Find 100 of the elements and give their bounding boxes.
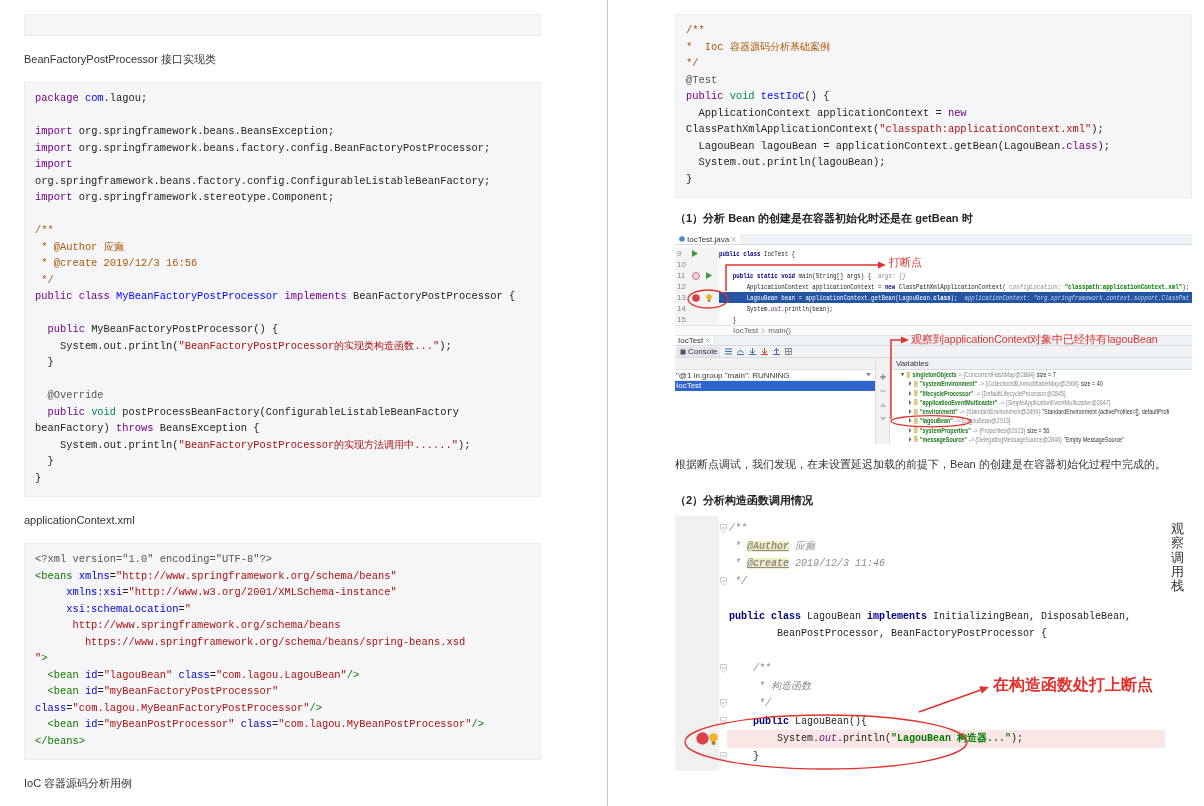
code-line: */ xyxy=(40,272,55,288)
line-number: 11 xyxy=(676,271,687,280)
field-icon xyxy=(913,427,918,434)
code-line: import org.springframework.beans.factory.config.BeanFactoryPostProcessor; xyxy=(35,140,492,156)
variable-name: "messageSource" xyxy=(919,434,967,444)
breadcrumb-item[interactable]: IocTest xyxy=(733,326,759,335)
code-line: xmlns:xsi="http://www.w3.org/2001/XMLSchema-instance" xyxy=(65,585,398,600)
code-line: @Test xyxy=(686,72,719,88)
code-line: } xyxy=(731,314,737,325)
field-icon xyxy=(913,380,918,387)
thread-dropdown[interactable]: "@1 in group "main": RUNNING xyxy=(675,370,875,381)
menu-icon xyxy=(725,348,733,355)
field-icon xyxy=(913,417,918,424)
code-line: <beans xmlns="http://www.springframework.org/schema/beans" xyxy=(35,568,398,584)
frame-item[interactable]: IocTest xyxy=(675,381,875,391)
close-icon xyxy=(731,236,737,242)
caret-icon xyxy=(866,373,871,377)
code-line: System.out.println(bean); xyxy=(745,303,834,314)
fold-icon xyxy=(719,716,727,726)
variable-value: = {ConcurrentHashMap@2884} xyxy=(958,370,1035,380)
breakpoint-icon xyxy=(692,293,700,302)
field-icon xyxy=(913,408,918,415)
variable-detail: size = 7 xyxy=(1036,370,1056,380)
code-line: public class MyBeanFactoryPostProcessor implements BeanFactoryPostProcessor { xyxy=(35,289,517,304)
variable-value: -> {DefaultLifecycleProcessor@2845} xyxy=(975,388,1066,398)
code-line: System.out.println("BeanFactoryPostProcessor的实现方法调用中......"); xyxy=(58,437,472,453)
code-line: public void testIoC() { xyxy=(686,89,831,104)
variable-value: -> {SimpleApplicationEventMulticaster@2847} xyxy=(999,397,1111,407)
fold-icon xyxy=(719,664,727,674)
breakpoint-icon xyxy=(696,732,709,746)
code-line: ApplicationContext applicationContext = new ClassPathXmlApplicationContext( configLocation: "classpath:applicationContext.xml"); xyxy=(745,281,1190,292)
variable-name: "systemProperties" xyxy=(919,425,971,435)
line-number: 9 xyxy=(676,249,683,258)
code-line: } xyxy=(46,355,55,370)
code-line: ClassPathXmlApplicationContext("classpath:applicationContext.xml"); xyxy=(686,122,1105,137)
code-line: */ xyxy=(758,697,771,711)
code-line: System.out.println("BeanFactoryPostProcessor的实现类构造函数..."); xyxy=(58,338,453,354)
code-line: * @Author 应癫 xyxy=(40,239,125,255)
file-tab[interactable]: IocTest.java xyxy=(675,234,741,244)
panel-title: Variables xyxy=(896,359,929,368)
annotation-label: 观察到applicationContext对象中已经持有lagouBean xyxy=(911,333,1158,346)
code-line: * @create 2019/12/3 16:56 xyxy=(40,256,199,271)
code-line: LagouBean lagouBean = applicationContext.getBean(LagouBean.class); xyxy=(697,138,1112,154)
code-line: <?xml version="1.0" encoding="UTF-8"?> xyxy=(35,552,273,567)
variable-detail: size = 40 xyxy=(1080,379,1103,389)
code-line: System.out.println(lagouBean); xyxy=(697,155,887,170)
line-number: 15 xyxy=(676,315,687,324)
variable-name: "systemEnvironment" xyxy=(919,379,978,389)
down-arrow-icon xyxy=(749,348,757,355)
code-line: class="com.lagou.MyBeanFactoryPostProcessor"/> xyxy=(35,700,323,716)
debug-tab[interactable]: IocTest xyxy=(675,336,714,345)
code-line: public static void main(String[] args) { args: {} xyxy=(731,270,906,281)
curved-arrow-icon xyxy=(737,348,745,355)
variable-value: -> {Properties@2915} xyxy=(972,425,1026,435)
code-line: <bean id="myBeanFactoryPostProcessor" xyxy=(46,684,280,699)
field-icon xyxy=(913,399,918,406)
code-line: import xyxy=(35,157,74,172)
variable-detail: "Empty MessageSource" xyxy=(1063,434,1125,444)
code-line: * @create 2019/12/3 11:46 xyxy=(734,557,886,571)
heading: （1）分析 Bean 的创建是在容器初始化时还是在 getBean 时 xyxy=(675,211,974,225)
code-line: } xyxy=(35,470,43,486)
fold-icon xyxy=(719,524,727,534)
code-line: public class IocTest { xyxy=(719,248,796,259)
breadcrumb-item[interactable]: main() xyxy=(768,326,791,335)
close-icon xyxy=(705,338,711,343)
code-line: BeanPostProcessor, BeanFactoryPostProcessor { xyxy=(776,627,1048,641)
code-line: import org.springframework.stereotype.Component; xyxy=(35,190,336,205)
variable-detail: size = 56 xyxy=(1027,425,1050,435)
console-icon xyxy=(680,348,686,355)
variable-name: "lifecycleProcessor" xyxy=(919,388,974,398)
fold-icon xyxy=(719,699,727,709)
annotation-arrow xyxy=(918,686,989,713)
code-line: @Override xyxy=(46,388,105,403)
line-number: 14 xyxy=(676,304,687,313)
code-line: https://www.springframework.org/schema/beans/spring-beans.xsd xyxy=(83,634,467,650)
field-icon xyxy=(913,436,918,443)
line-number: 12 xyxy=(676,282,687,291)
down-arrow-icon xyxy=(761,348,769,355)
field-icon xyxy=(906,371,911,378)
paragraph: 根据断点调试，我们发现，在未设置延迟加载的前提下，Bean 的创建是在容器初始化过程中完成的。 xyxy=(675,457,1167,471)
heading: （2）分析构造函数调用情况 xyxy=(675,493,815,507)
code-line: public class LagouBean implements InitializingBean, DisposableBean, xyxy=(728,609,1132,624)
java-file-icon xyxy=(679,236,685,242)
paragraph: BeanFactoryPostProcessor 接口实现类 xyxy=(24,52,217,66)
breakpoint-icon xyxy=(692,271,700,280)
code-line: */ xyxy=(734,574,747,589)
run-icon xyxy=(692,250,698,257)
up-arrow-icon xyxy=(879,402,886,408)
variable-name: "lagouBean" xyxy=(919,416,953,426)
console-tab[interactable]: Console xyxy=(677,346,721,357)
plus-icon xyxy=(879,374,886,380)
variable-value: -> {DelegatingMessageSource@2846} xyxy=(968,434,1062,444)
annotation-label: 打断点 xyxy=(889,256,922,270)
code-line: "> xyxy=(35,651,49,666)
variable-name: "applicationEventMulticaster" xyxy=(919,397,998,407)
code-line: /** xyxy=(35,223,55,238)
code-line: <bean id="myBeanPostProcessor" class="com.lagou.MyBeanPostProcessor"/> xyxy=(46,717,486,732)
field-icon xyxy=(913,390,918,397)
code-line: } xyxy=(752,749,759,764)
bulb-icon xyxy=(706,293,712,302)
